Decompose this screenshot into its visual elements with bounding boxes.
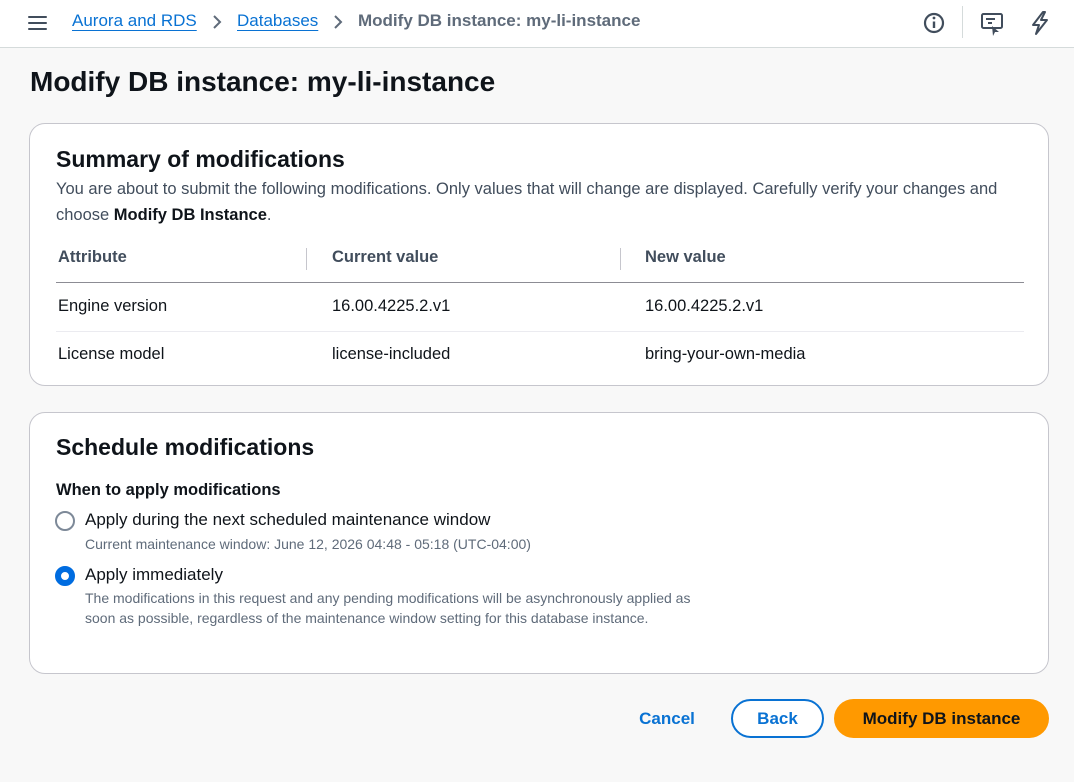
option-apply-immediately-label[interactable]: Apply immediately (85, 565, 223, 585)
option-maintenance-window-description: Current maintenance window: June 12, 202… (85, 536, 531, 552)
schedule-title: Schedule modifications (56, 434, 315, 460)
breadcrumb-current: Modify DB instance: my-li-instance (358, 11, 641, 30)
column-divider (306, 248, 307, 270)
table-row-divider (56, 331, 1024, 332)
column-header-current-value: Current value (332, 248, 439, 266)
table-cell-new-value: 16.00.4225.2.v1 (645, 297, 764, 315)
modify-db-instance-button[interactable]: Modify DB instance (834, 699, 1049, 738)
table-header-divider (56, 282, 1024, 283)
back-button[interactable]: Back (731, 699, 824, 738)
radio-maintenance-window[interactable] (55, 511, 75, 531)
apply-question-label: When to apply modifications (56, 481, 281, 499)
summary-title: Summary of modifications (56, 146, 345, 172)
column-header-attribute: Attribute (58, 248, 127, 266)
menu-icon[interactable] (28, 15, 48, 32)
column-divider (620, 248, 621, 270)
option-apply-immediately-description: The modifications in this request and an… (85, 590, 691, 626)
feedback-icon[interactable] (979, 10, 1005, 36)
table-cell-current-value: 16.00.4225.2.v1 (332, 297, 451, 315)
lightning-icon[interactable] (1027, 10, 1053, 36)
info-icon[interactable] (921, 10, 947, 36)
chevron-right-icon (334, 15, 343, 29)
summary-description-suffix: . (266, 206, 272, 224)
page-title: Modify DB instance: my-li-instance (30, 66, 496, 97)
option-maintenance-window-label[interactable]: Apply during the next scheduled maintena… (85, 510, 490, 530)
column-header-new-value: New value (645, 248, 726, 266)
chevron-right-icon (213, 15, 222, 29)
table-cell-current-value: license-included (332, 345, 451, 363)
cancel-button[interactable]: Cancel (626, 707, 708, 731)
breadcrumb-aurora-and-rds[interactable]: Aurora and RDS (72, 11, 197, 31)
summary-description: You are about to submit the following mo… (56, 176, 1016, 228)
table-cell-attribute: License model (58, 345, 165, 363)
breadcrumb-databases[interactable]: Databases (237, 11, 318, 31)
table-cell-attribute: Engine version (58, 297, 168, 315)
top-navigation-bar: Aurora and RDS Databases Modify DB insta… (0, 0, 1074, 48)
summary-description-bold: Modify DB Instance (113, 206, 267, 224)
schedule-card: Schedule modifications When to apply mod… (29, 412, 1049, 674)
radio-apply-immediately[interactable] (55, 566, 75, 586)
summary-card: Summary of modifications You are about t… (29, 123, 1049, 386)
table-cell-new-value: bring-your-own-media (645, 345, 806, 363)
top-bar-divider (962, 6, 963, 38)
